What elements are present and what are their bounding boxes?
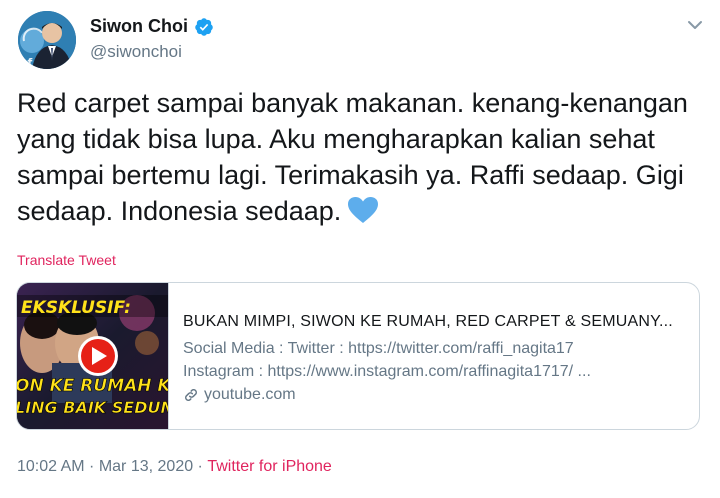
tweet-time[interactable]: 10:02 AM xyxy=(17,458,85,476)
thumbnail-subtitle-text: ON KE RUMAH KIT xyxy=(17,376,168,396)
card-description-line: Instagram : https://www.instagram.com/ra… xyxy=(183,363,591,380)
name-row: Siwon Choi xyxy=(90,16,214,37)
display-name[interactable]: Siwon Choi xyxy=(90,16,188,37)
svg-text:ef: ef xyxy=(20,56,32,69)
tweet-text: Red carpet sampai banyak makanan. kenang… xyxy=(17,85,707,229)
link-icon xyxy=(183,387,199,403)
meta-separator: · xyxy=(193,458,208,475)
tweet-container: ef Siwon Choi @siwonchoi Red carpet samp… xyxy=(0,0,720,498)
translate-tweet-link[interactable]: Translate Tweet xyxy=(17,252,116,268)
blue-heart-icon xyxy=(347,196,379,224)
meta-separator: · xyxy=(84,458,99,475)
link-preview-card[interactable]: EKSKLUSIF: ON KE RUMAH KIT LING BAIK SED… xyxy=(16,282,700,430)
tweet-date[interactable]: Mar 13, 2020 xyxy=(99,458,193,476)
thumbnail-caption-text: LING BAIK SEDUNIA xyxy=(17,398,168,417)
video-thumbnail[interactable]: EKSKLUSIF: ON KE RUMAH KIT LING BAIK SED… xyxy=(17,283,169,429)
card-title: BUKAN MIMPI, SIWON KE RUMAH, RED CARPET … xyxy=(183,313,673,330)
verified-badge-icon xyxy=(194,17,214,37)
thumbnail-title-text: EKSKLUSIF: xyxy=(21,298,131,318)
card-body: BUKAN MIMPI, SIWON KE RUMAH, RED CARPET … xyxy=(169,283,699,429)
card-description-line: Social Media : Twitter : https://twitter… xyxy=(183,340,574,357)
handle[interactable]: @siwonchoi xyxy=(90,42,182,62)
tweet-meta: 10:02 AM · Mar 13, 2020 · Twitter for iP… xyxy=(17,458,332,476)
card-domain: youtube.com xyxy=(183,386,699,404)
chevron-down-icon[interactable] xyxy=(684,14,706,36)
card-domain-text: youtube.com xyxy=(204,386,296,403)
card-description: Social Media : Twitter : https://twitter… xyxy=(183,337,699,383)
avatar[interactable]: ef xyxy=(18,11,76,69)
tweet-source-link[interactable]: Twitter for iPhone xyxy=(207,458,332,476)
